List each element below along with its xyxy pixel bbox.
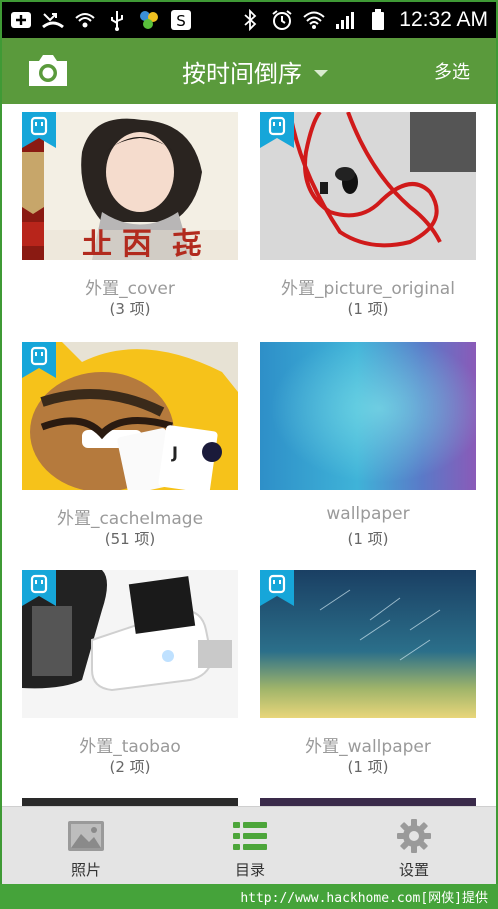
status-bar: S 12:32 AM	[2, 2, 496, 38]
missed-call-icon	[42, 9, 64, 31]
wifi-hotspot-icon	[74, 9, 96, 31]
album-thumbnail	[260, 112, 476, 260]
svg-text:S: S	[176, 12, 186, 30]
photo-icon	[66, 819, 106, 853]
action-bar: 按时间倒序 多选	[2, 38, 496, 104]
nav-catalog[interactable]: 目录	[190, 807, 310, 885]
svg-text:㐂: 㐂	[172, 227, 202, 260]
album-thumbnail	[22, 570, 238, 718]
nav-catalog-label: 目录	[234, 861, 265, 879]
chevron-down-icon	[314, 69, 328, 77]
battery-icon	[367, 9, 389, 31]
clock-time: 12:32 AM	[399, 8, 488, 31]
signal-icon	[335, 9, 357, 31]
nav-settings[interactable]: 设置	[354, 807, 474, 885]
watermark-text: http://www.hackhome.com[网侠]提供	[240, 891, 488, 906]
usb-storage-icon	[260, 112, 294, 148]
bottom-navigation: 照片 目录 设置	[2, 806, 496, 884]
bluetooth-icon	[239, 9, 261, 31]
usb-icon	[106, 9, 128, 31]
nav-photos[interactable]: 照片	[26, 807, 146, 885]
album-item-partial[interactable]	[22, 798, 238, 806]
album-name: 外置_wallpaper	[305, 737, 431, 757]
list-icon	[230, 819, 270, 853]
album-name: wallpaper	[326, 504, 410, 524]
keyboard-icon	[10, 9, 32, 31]
nav-photos-label: 照片	[70, 861, 101, 879]
album-count: (1 项)	[347, 530, 389, 548]
usb-storage-icon	[260, 570, 294, 606]
usb-storage-icon	[22, 570, 56, 606]
album-thumbnail: 㐀 㐁 㐂	[22, 112, 238, 260]
album-thumbnail: J	[22, 342, 238, 490]
alarm-icon	[271, 9, 293, 31]
album-count: (1 项)	[347, 758, 389, 776]
page-title: 按时间倒序	[182, 59, 302, 88]
svg-text:J: J	[171, 443, 178, 462]
watermark-footer: http://www.hackhome.com[网侠]提供	[0, 884, 498, 909]
album-grid: 㐀 㐁 㐂 外置_cover (3 项) 外置_picture_original…	[2, 104, 496, 806]
usb-storage-icon	[22, 342, 56, 378]
album-count: (1 项)	[347, 300, 389, 318]
album-count: (3 项)	[109, 300, 151, 318]
album-name: 外置_cover	[85, 279, 175, 299]
album-name: 外置_picture_original	[281, 279, 455, 299]
album-count: (51 项)	[104, 530, 156, 548]
svg-text:㐀: 㐀	[82, 227, 112, 260]
usb-storage-icon	[22, 112, 56, 148]
screenshot-app-icon: S	[170, 9, 192, 31]
camera-button[interactable]	[26, 53, 70, 89]
album-thumbnail	[260, 342, 476, 490]
svg-text:㐁: 㐁	[122, 227, 152, 260]
sort-order-dropdown[interactable]: 按时间倒序	[182, 38, 328, 104]
multi-select-button[interactable]: 多选	[434, 38, 470, 104]
app-icon	[138, 9, 160, 31]
album-item-partial[interactable]	[260, 798, 476, 806]
wifi-icon	[303, 9, 325, 31]
album-name: 外置_cacheImage	[56, 509, 204, 529]
album-name: 外置_taobao	[79, 737, 181, 757]
camera-icon	[29, 55, 67, 86]
album-count: (2 项)	[109, 758, 151, 776]
album-thumbnail	[260, 570, 476, 718]
nav-settings-label: 设置	[398, 861, 429, 879]
gear-icon	[394, 819, 434, 853]
